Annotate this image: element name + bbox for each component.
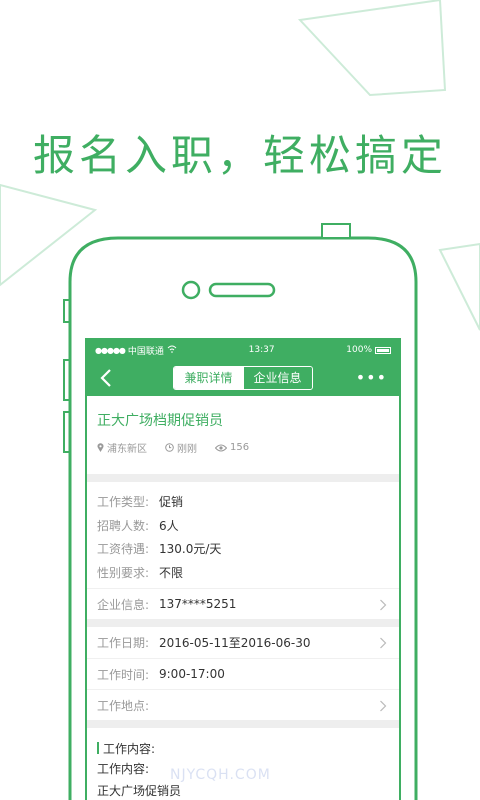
watermark: NJYCQH.COM (170, 767, 271, 783)
eye-icon (215, 444, 227, 451)
job-posted-time: 刚刚 (177, 444, 197, 455)
detail-value: 不限 (159, 565, 184, 580)
detail-row-type: 工作类型: 促销 (97, 490, 389, 514)
detail-value: 促销 (159, 495, 184, 510)
nav-bar: 兼职详情 企业信息 ••• (87, 360, 399, 396)
work-time-label: 工作时间: (97, 667, 150, 682)
detail-label: 工作类型: (97, 495, 150, 510)
job-details-card: 工作类型: 促销 招聘人数: 6人 工资待遇: 130.0元/天 性别要求: 不… (87, 482, 399, 619)
battery-icon (375, 346, 391, 354)
job-location: 浦东新区 (107, 444, 147, 455)
work-time-row: 工作时间: 9:00-17:00 (87, 658, 399, 689)
detail-value: 6人 (159, 518, 179, 533)
detail-label: 性别要求: (97, 565, 150, 580)
detail-row-headcount: 招聘人数: 6人 (97, 514, 389, 538)
work-time-value: 9:00-17:00 (159, 667, 225, 681)
detail-value: 130.0元/天 (159, 542, 222, 557)
status-bar: ●●●●● 中国联通 13:37 100% (87, 340, 399, 360)
tab-company-info[interactable]: 企业信息 (242, 367, 312, 389)
wifi-icon (167, 345, 177, 356)
back-arrow-icon[interactable] (97, 366, 117, 390)
more-options-icon[interactable]: ••• (356, 368, 387, 387)
battery-percent: 100% (346, 345, 372, 355)
accent-bar (97, 742, 99, 754)
job-title-card: 正大广场档期促销员 浦东新区 刚刚 156 (87, 396, 399, 474)
job-title: 正大广场档期促销员 (97, 413, 223, 429)
section-gap (87, 619, 399, 627)
schedule-card: 工作日期: 2016-05-11至2016-06-30 工作时间: 9:00-1… (87, 627, 399, 720)
detail-label: 工资待遇: (97, 542, 150, 557)
status-time: 13:37 (248, 345, 275, 355)
detail-row-salary: 工资待遇: 130.0元/天 (97, 537, 389, 561)
chevron-right-icon (380, 700, 387, 712)
location-pin-icon (97, 443, 104, 452)
job-content-card: 工作内容: 工作内容: 正大广场促销员 (87, 728, 399, 800)
job-views: 156 (230, 442, 250, 453)
work-date-row[interactable]: 工作日期: 2016-05-11至2016-06-30 (87, 627, 399, 658)
content-heading-text: 工作内容: (103, 741, 156, 756)
segment-control: 兼职详情 企业信息 (173, 366, 313, 390)
job-meta: 浦东新区 刚刚 156 (97, 440, 389, 455)
company-phone: 137****5251 (159, 597, 237, 611)
company-info-row[interactable]: 企业信息: 137****5251 (87, 588, 399, 619)
content-line: 正大广场促销员 (97, 784, 182, 798)
work-place-row[interactable]: 工作地点: (87, 689, 399, 720)
carrier-label: 中国联通 (127, 346, 164, 357)
chevron-right-icon (380, 599, 387, 611)
phone-screen: ●●●●● 中国联通 13:37 100% 兼职详情 企业信息 ••• 正大广场… (87, 340, 399, 800)
tab-job-detail[interactable]: 兼职详情 (174, 367, 243, 389)
section-gap (87, 474, 399, 482)
content-heading: 工作内容: (97, 738, 389, 758)
signal-icon: ●●●●● (95, 345, 126, 355)
work-place-label: 工作地点: (97, 698, 150, 713)
company-label: 企业信息: (97, 597, 150, 612)
work-date-value: 2016-05-11至2016-06-30 (159, 636, 311, 650)
detail-label: 招聘人数: (97, 518, 150, 533)
work-date-label: 工作日期: (97, 636, 150, 650)
detail-row-gender: 性别要求: 不限 (97, 561, 389, 585)
clock-icon (165, 443, 174, 452)
chevron-right-icon (380, 637, 387, 649)
section-gap (87, 720, 399, 728)
